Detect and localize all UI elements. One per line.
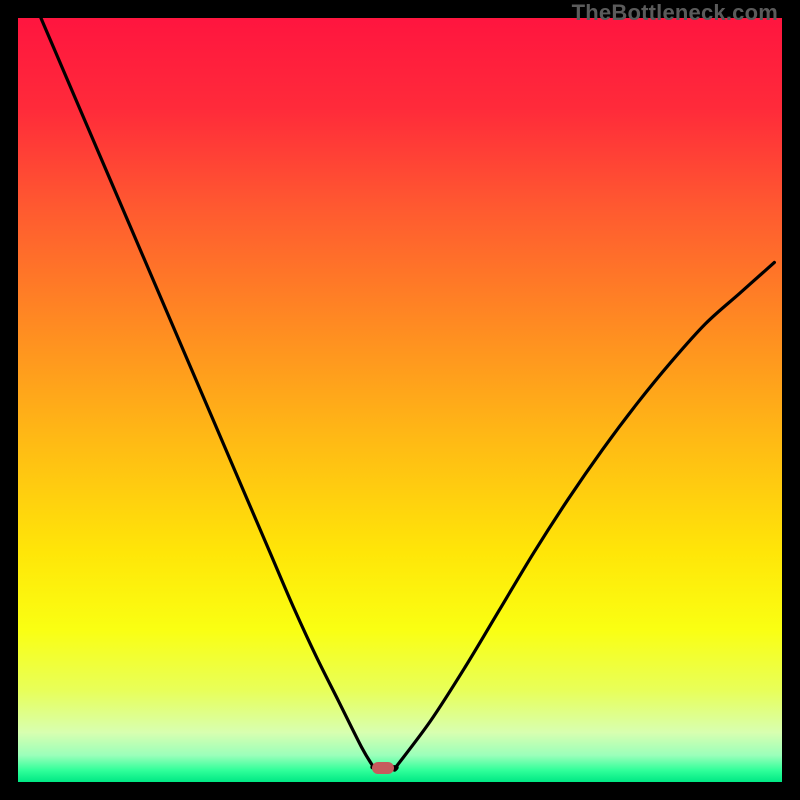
optimum-marker — [372, 762, 394, 774]
watermark-text: TheBottleneck.com — [572, 0, 778, 26]
gradient-background — [18, 18, 782, 782]
chart-frame — [18, 18, 782, 782]
bottleneck-chart — [18, 18, 782, 782]
